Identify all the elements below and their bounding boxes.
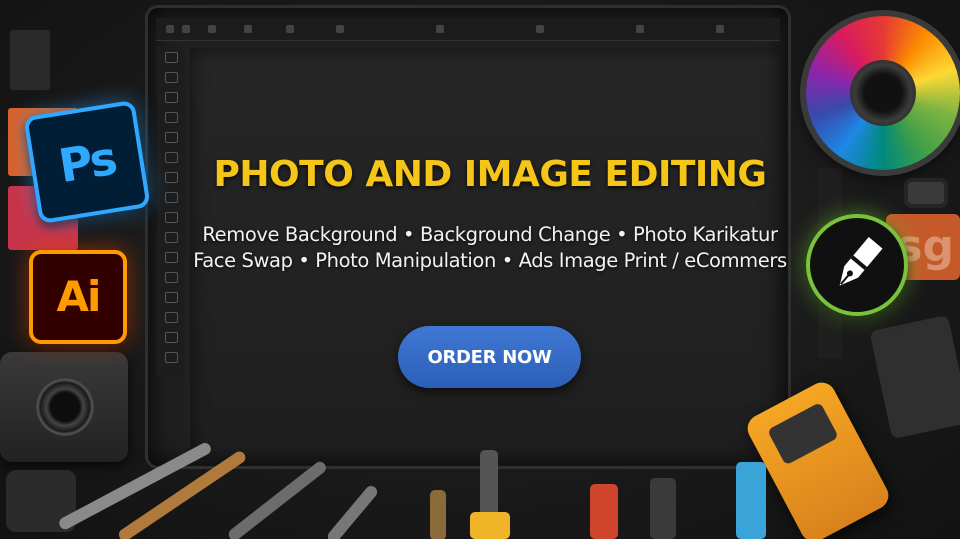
photoshop-logo-text: Ps [54,130,120,194]
pen-nib-icon [839,236,883,286]
knob-icon [904,178,948,208]
order-now-button[interactable]: ORDER NOW [398,326,581,388]
services-list: Remove Background • Background Change • … [170,222,810,274]
coreldraw-pen-logo-icon [806,214,908,316]
toolbar-dot [636,25,644,33]
background-swatch-dark [10,30,50,90]
tool-glyph [165,112,178,123]
promo-banner: sg Ps Ai PHOTO AND IMAGE EDITING Remove … [0,0,960,539]
tool-screen [767,402,839,466]
brush-prop [430,490,446,539]
marker-prop [650,478,676,539]
tool-glyph [165,172,178,183]
illustrator-logo-icon: Ai [29,250,127,344]
dark-tool-prop [869,314,960,440]
toolbar-dot [182,25,190,33]
toolbar-dot [436,25,444,33]
editor-tool-strip [157,46,185,378]
tool-glyph [165,352,178,363]
toolbar-dot [716,25,724,33]
color-wheel-center [850,60,916,126]
photoshop-logo-icon: Ps [23,99,151,225]
marker-prop [736,462,766,539]
marker-prop [590,484,618,539]
monitor-toolbar [156,18,780,41]
services-line-1: Remove Background • Background Change • … [202,223,778,246]
color-wheel-icon [806,16,960,170]
tool-glyph [165,132,178,143]
toolbar-dot [336,25,344,33]
tool-glyph [165,52,178,63]
toolbar-dot [244,25,252,33]
tool-glyph [165,192,178,203]
banner-title: PHOTO AND IMAGE EDITING [213,154,767,195]
tool-glyph [165,312,178,323]
tool-glyph [165,92,178,103]
tool-glyph [165,152,178,163]
camera-icon [0,352,128,462]
tool-glyph [165,332,178,343]
toolbar-dot [286,25,294,33]
services-line-2: Face Swap • Photo Manipulation • Ads Ima… [193,249,787,272]
toolbar-dot [208,25,216,33]
toolbar-dot [536,25,544,33]
toolbar-dot [166,25,174,33]
marker-cap-prop [470,512,510,539]
pencil-prop [226,459,329,539]
tool-glyph [165,72,178,83]
camera-lens [36,378,94,436]
illustrator-logo-text: Ai [56,272,102,321]
tool-glyph [165,292,178,303]
pencil-prop [325,483,380,539]
